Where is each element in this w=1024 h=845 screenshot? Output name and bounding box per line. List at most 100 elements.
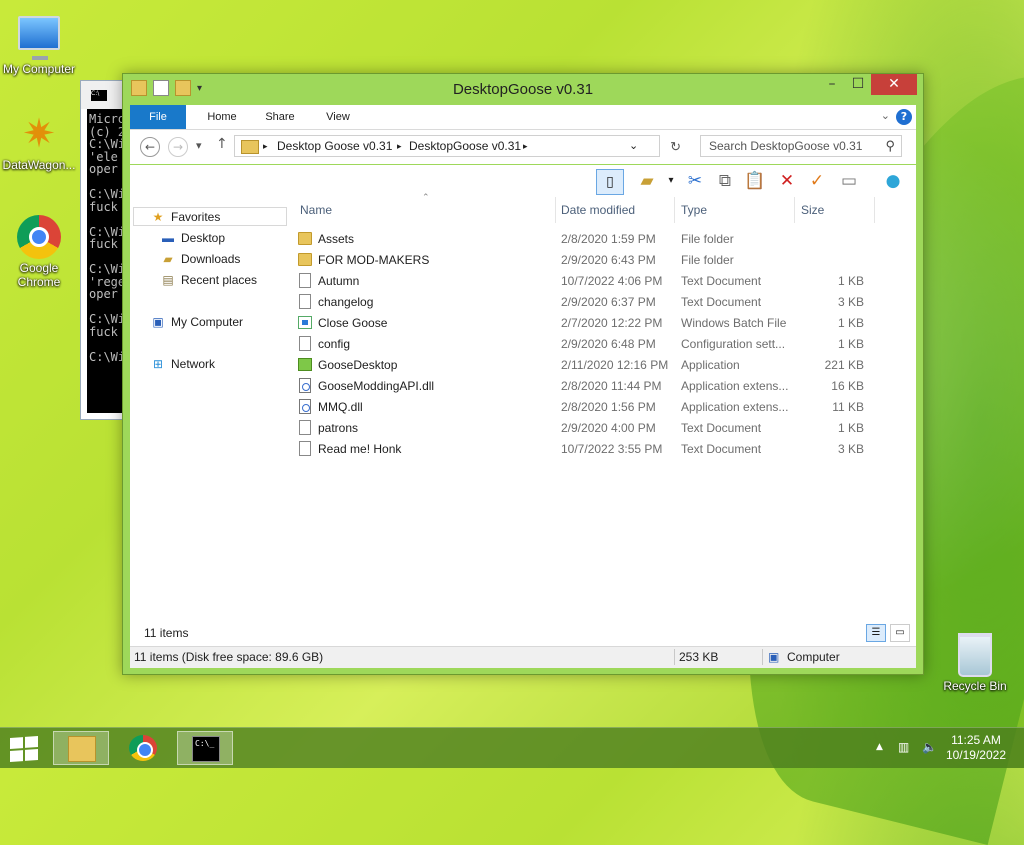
- nav-my-computer[interactable]: ▣ My Computer: [150, 312, 243, 332]
- column-header-size[interactable]: Size: [801, 203, 824, 217]
- desktop-icon-my-computer[interactable]: My Computer: [0, 10, 78, 76]
- file-name: config: [318, 337, 351, 351]
- network-icon[interactable]: ▥: [898, 740, 909, 754]
- file-date: 2/7/2020 12:22 PM: [561, 316, 663, 330]
- file-row[interactable]: changelog 2/9/2020 6:37 PM Text Document 3 …: [288, 292, 878, 313]
- file-size: 3 KB: [837, 442, 864, 456]
- forward-button[interactable]: →: [168, 137, 188, 157]
- tab-share[interactable]: Share: [252, 105, 308, 129]
- paste-icon[interactable]: 📋: [742, 169, 768, 193]
- document-icon: [299, 441, 311, 456]
- downloads-icon: ▰: [163, 252, 173, 266]
- file-date: 2/9/2020 6:48 PM: [561, 337, 656, 351]
- toolbar-dropdown-icon[interactable]: ▾: [658, 169, 684, 193]
- breadcrumb-item[interactable]: Desktop Goose v0.31: [277, 139, 392, 153]
- file-row[interactable]: Autumn 10/7/2022 4:06 PM Text Document 1 KB: [288, 271, 878, 292]
- column-separator[interactable]: [555, 197, 556, 223]
- column-separator[interactable]: [874, 197, 875, 223]
- file-row[interactable]: patrons 2/9/2020 4:00 PM Text Document 1 KB: [288, 418, 878, 439]
- window-title: DesktopGoose v0.31: [452, 81, 594, 98]
- file-row[interactable]: config 2/9/2020 6:48 PM Configuration sett…: [288, 334, 878, 355]
- nav-recent-places[interactable]: ▤ Recent places: [160, 270, 257, 290]
- large-icons-view-button[interactable]: ▭: [890, 624, 910, 642]
- tab-view[interactable]: View: [310, 105, 366, 129]
- item-count: 11 items: [144, 626, 189, 640]
- cut-icon[interactable]: ✂: [682, 169, 708, 193]
- explorer-window[interactable]: ▾ DesktopGoose v0.31 – ☐ ✕ File Home Sha…: [122, 73, 924, 675]
- details-view-button[interactable]: ☰: [866, 624, 886, 642]
- file-size: 1 KB: [837, 337, 864, 351]
- status-bar: 11 items (Disk free space: 89.6 GB) 253 …: [130, 646, 916, 668]
- refresh-icon[interactable]: ↻: [670, 139, 681, 155]
- minimize-button[interactable]: –: [819, 74, 845, 95]
- file-type: Application extens...: [681, 400, 789, 414]
- column-separator[interactable]: [794, 197, 795, 223]
- file-row[interactable]: MMQ.dll 2/8/2020 1:56 PM Application exten…: [288, 397, 878, 418]
- help-icon[interactable]: ?: [896, 109, 912, 125]
- desktop-icon-google-chrome[interactable]: Google Chrome: [0, 215, 78, 289]
- folder-icon: [298, 253, 312, 266]
- column-header-type[interactable]: Type: [681, 203, 707, 217]
- globe-icon[interactable]: ●: [880, 169, 906, 193]
- file-date: 10/7/2022 4:06 PM: [561, 274, 663, 288]
- file-name: FOR MOD-MAKERS: [318, 253, 430, 267]
- nav-favorites[interactable]: ★ Favorites: [150, 207, 221, 227]
- volume-icon[interactable]: 🔈: [922, 740, 937, 754]
- address-bar[interactable]: ▸ Desktop Goose v0.31 ▸ DesktopGoose v0.…: [234, 135, 681, 157]
- status-location: Computer: [787, 650, 840, 664]
- copy-icon[interactable]: ⧉: [712, 169, 738, 193]
- expand-ribbon-icon[interactable]: ⌄: [881, 109, 890, 122]
- show-hidden-icons[interactable]: ▲: [876, 742, 883, 752]
- title-bar[interactable]: ▾ DesktopGoose v0.31 – ☐ ✕: [123, 74, 923, 104]
- file-row[interactable]: GooseModdingAPI.dll 2/8/2020 11:44 PM Appl…: [288, 376, 878, 397]
- file-row[interactable]: Read me! Honk 10/7/2022 3:55 PM Text Docum…: [288, 439, 878, 460]
- taskbar-chrome[interactable]: [115, 731, 171, 765]
- nav-desktop[interactable]: ▬ Desktop: [160, 228, 225, 248]
- checkmark-icon[interactable]: ✓: [804, 169, 830, 193]
- column-header-name[interactable]: Name: [300, 203, 332, 217]
- file-type: Text Document: [681, 274, 762, 288]
- file-list: ⌃ Name Date modified Type Size Assets 2/8…: [298, 193, 916, 620]
- column-header-date[interactable]: Date modified: [561, 203, 635, 217]
- clock[interactable]: 11:25 AM 10/19/2022: [946, 733, 1006, 763]
- breadcrumb-separator-icon[interactable]: ▸: [523, 141, 528, 152]
- tab-home[interactable]: Home: [194, 105, 250, 129]
- delete-icon[interactable]: ✕: [774, 169, 800, 193]
- file-date: 2/8/2020 11:44 PM: [561, 379, 662, 393]
- file-name: Autumn: [318, 274, 360, 288]
- desktop-icon-datawagon[interactable]: ✷ DataWagon...: [0, 112, 78, 172]
- column-separator[interactable]: [674, 197, 675, 223]
- nav-downloads[interactable]: ▰ Downloads: [160, 249, 240, 269]
- file-date: 2/9/2020 4:00 PM: [561, 421, 656, 435]
- select-folder-icon[interactable]: ▰: [634, 169, 660, 193]
- file-row[interactable]: Close Goose 2/7/2020 12:22 PM Windows Batc…: [288, 313, 878, 334]
- file-row[interactable]: Assets 2/8/2020 1:59 PM File folder: [288, 229, 878, 250]
- computer-icon: ▣: [152, 315, 164, 329]
- close-button[interactable]: ✕: [871, 74, 917, 95]
- search-input[interactable]: Search DesktopGoose v0.31 ⚲: [700, 135, 902, 157]
- address-row: ← → ▾ ↑ ▸ Desktop Goose v0.31 ▸ DesktopG…: [130, 130, 916, 164]
- back-button[interactable]: ←: [140, 137, 160, 157]
- rename-icon[interactable]: ▭: [836, 169, 862, 193]
- address-dropdown-icon[interactable]: ⌄: [629, 139, 638, 152]
- file-row[interactable]: GooseDesktop 2/11/2020 12:16 PM Applicatio…: [288, 355, 878, 376]
- tab-file[interactable]: File: [130, 105, 186, 129]
- document-icon: [299, 420, 311, 435]
- file-row[interactable]: FOR MOD-MAKERS 2/9/2020 6:43 PM File folde…: [288, 250, 878, 271]
- nav-network[interactable]: ⊞ Network: [150, 354, 215, 374]
- file-size: 1 KB: [837, 421, 864, 435]
- desktop-icon-recycle-bin[interactable]: Recycle Bin: [936, 630, 1014, 693]
- file-date: 2/9/2020 6:37 PM: [561, 295, 656, 309]
- folder-icon: [241, 140, 259, 154]
- taskbar-command-prompt[interactable]: C:\_: [177, 731, 233, 765]
- start-button[interactable]: [10, 736, 38, 762]
- preview-pane-icon[interactable]: ▯: [596, 169, 624, 195]
- network-icon: ⊞: [152, 357, 164, 371]
- file-name: GooseModdingAPI.dll: [318, 379, 435, 393]
- breadcrumb-item[interactable]: DesktopGoose v0.31: [409, 139, 521, 153]
- console-icon: C:\: [91, 90, 107, 101]
- up-button[interactable]: ↑: [216, 136, 228, 152]
- recent-locations-icon[interactable]: ▾: [196, 139, 202, 152]
- maximize-button[interactable]: ☐: [845, 74, 871, 95]
- taskbar-explorer[interactable]: [53, 731, 109, 765]
